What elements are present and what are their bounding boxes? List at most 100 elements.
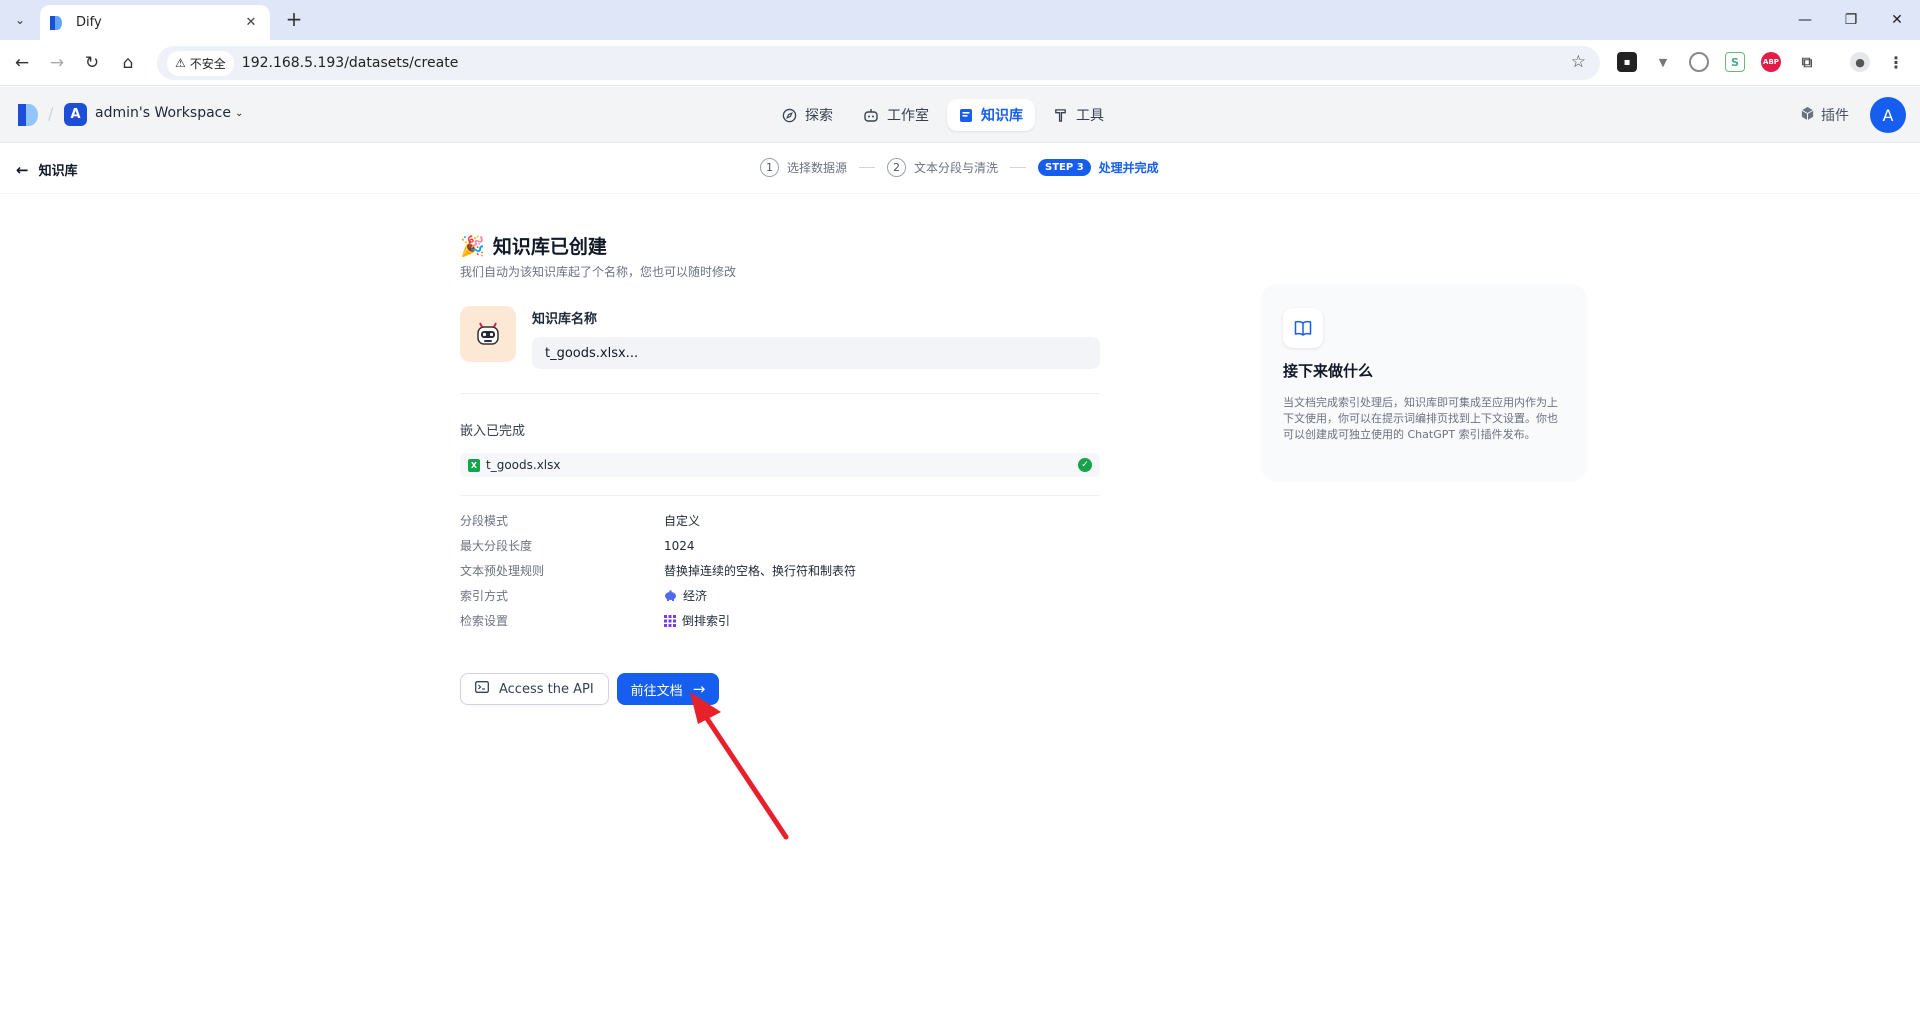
dify-logo-icon[interactable] [18,104,38,126]
knowledge-name-block: 知识库名称 [460,306,1100,369]
property-value-with-icon: 经济 [664,587,707,604]
tab-search-chevron-icon[interactable]: ⌄ [8,8,32,32]
back-to-knowledge-button[interactable]: ← 知识库 [16,160,78,180]
step-2: 2 文本分段与清洗 [887,158,998,177]
action-buttons: Access the API 前往文档 → [460,673,1100,705]
step-2-label: 文本分段与清洗 [914,161,999,175]
go-to-documents-button[interactable]: 前往文档 → [616,673,720,705]
knowledge-avatar-robot-icon[interactable] [460,306,516,362]
knowledge-name-field-group: 知识库名称 [532,306,1100,369]
restore-icon[interactable]: ❐ [1828,0,1874,40]
plugins-label: 插件 [1821,108,1849,124]
browser-menu-icon[interactable]: ⋮ [1886,52,1906,72]
user-avatar[interactable]: A [1870,97,1906,133]
profile-icon[interactable]: ● [1850,52,1870,72]
nav-explore-label: 探索 [805,108,833,124]
url-text[interactable]: 192.168.5.193/datasets/create [242,55,459,71]
main-nav: 探索 工作室 知识库 工具 [770,99,1116,131]
extensions-puzzle-icon[interactable]: ⧉ [1797,52,1817,72]
extension-game-icon[interactable]: ▪ [1617,52,1637,72]
cube-icon [1800,106,1815,125]
excel-file-icon: X [468,458,480,472]
page-subtitle: 我们自动为该知识库起了个名称，您也可以随时修改 [460,265,737,279]
next-steps-title: 接下来做什么 [1283,362,1374,380]
nav-explore[interactable]: 探索 [770,99,845,131]
nav-knowledge-label: 知识库 [981,108,1023,124]
property-value-with-icon: 倒排索引 [664,612,730,629]
app-header: / A admin's Workspace ⌄ 探索 工作室 知识库 工具 插件… [0,87,1920,143]
adblock-icon[interactable]: ABP [1761,52,1781,72]
step-2-number: 2 [887,158,907,177]
robot-icon [863,108,879,123]
address-bar[interactable]: ⚠ 不安全 192.168.5.193/datasets/create ☆ [157,46,1600,80]
processing-properties: 分段模式 自定义 最大分段长度 1024 文本预处理规则 替换掉连续的空格、换行… [460,508,1100,633]
close-tab-icon[interactable]: ✕ [242,15,260,30]
compass-icon [782,108,797,123]
retrieval-setting-value: 倒排索引 [682,614,731,628]
new-tab-icon[interactable]: + [282,8,306,32]
minimize-icon[interactable]: — [1782,0,1828,40]
step-1-number: 1 [760,158,779,177]
terminal-icon [475,681,489,697]
nav-studio-label: 工作室 [887,108,929,124]
nav-tools-label: 工具 [1076,108,1104,124]
bookmark-star-icon[interactable]: ☆ [1571,52,1586,72]
property-key: 检索设置 [460,614,509,628]
reload-icon[interactable]: ↻ [80,51,104,75]
extension-s-icon[interactable]: S [1725,52,1745,72]
index-method-value: 经济 [683,589,708,603]
workspace-switcher[interactable]: admin's Workspace ⌄ [95,105,243,121]
creation-result: 🎉 知识库已创建 我们自动为该知识库起了个名称，您也可以随时修改 知识库名称 嵌… [460,232,1100,705]
next-steps-card: 接下来做什么 当文档完成索引处理后，知识库即可集成至应用内作为上下文使用，你可以… [1261,284,1587,482]
property-row: 最大分段长度 1024 [460,533,1100,558]
property-key: 最大分段长度 [460,539,533,553]
property-row: 分段模式 自定义 [460,508,1100,533]
file-name: t_goods.xlsx [486,458,561,472]
security-indicator[interactable]: ⚠ 不安全 [167,50,234,76]
back-icon[interactable]: ← [10,51,34,75]
divider [460,495,1100,496]
dify-favicon-icon [50,15,66,31]
piggy-bank-icon [664,590,677,601]
property-row: 文本预处理规则 替换掉连续的空格、换行符和制表符 [460,558,1100,583]
divider [460,393,1100,394]
nav-knowledge[interactable]: 知识库 [947,99,1035,131]
home-icon[interactable]: ⌂ [116,51,140,75]
step-3-badge: STEP 3 [1038,159,1091,176]
plugins-button[interactable]: 插件 [1800,105,1849,125]
arrow-right-icon: → [692,680,706,698]
warning-icon: ⚠ [175,56,186,70]
nav-studio[interactable]: 工作室 [851,99,941,131]
property-key: 分段模式 [460,514,509,528]
party-popper-icon: 🎉 [460,233,485,258]
step-separator [1010,167,1027,168]
hammer-icon [1053,108,1068,123]
separator-slash: / [48,104,54,123]
step-1: 1 选择数据源 [760,158,847,177]
title-text: 知识库已创建 [492,236,607,258]
workspace-avatar[interactable]: A [64,103,87,126]
knowledge-name-input[interactable] [532,337,1100,369]
forward-icon[interactable]: → [45,51,69,75]
extension-circle-icon[interactable] [1689,52,1709,72]
go-to-documents-label: 前往文档 [630,683,683,699]
chevron-down-icon: ⌄ [234,107,244,119]
steps-indicator: 1 选择数据源 2 文本分段与清洗 STEP 3 处理并完成 [760,158,1159,177]
property-key: 索引方式 [460,589,509,603]
next-steps-description: 当文档完成索引处理后，知识库即可集成至应用内作为上下文使用，你可以在提示词编排页… [1283,396,1558,441]
workspace-name: admin's Workspace [95,105,231,121]
nav-tools[interactable]: 工具 [1041,99,1116,131]
browser-toolbar: ← → ↻ ⌂ ⚠ 不安全 192.168.5.193/datasets/cre… [0,40,1920,86]
window-close-icon[interactable]: ✕ [1874,0,1920,40]
browser-tab[interactable]: Dify ✕ [40,5,270,40]
grid-dots-icon [664,614,676,627]
access-api-button[interactable]: Access the API [460,673,609,705]
extension-v-icon[interactable]: ▼ [1653,52,1673,72]
access-api-label: Access the API [499,681,594,697]
browser-tab-strip: ⌄ Dify ✕ + — ❐ ✕ [0,0,1920,40]
back-label: 知识库 [38,164,78,179]
property-row: 检索设置 倒排索引 [460,608,1100,633]
book-icon [959,108,973,123]
embedded-file-row: X t_goods.xlsx ✓ [460,453,1100,477]
page-title: 🎉 知识库已创建 [460,232,1100,259]
